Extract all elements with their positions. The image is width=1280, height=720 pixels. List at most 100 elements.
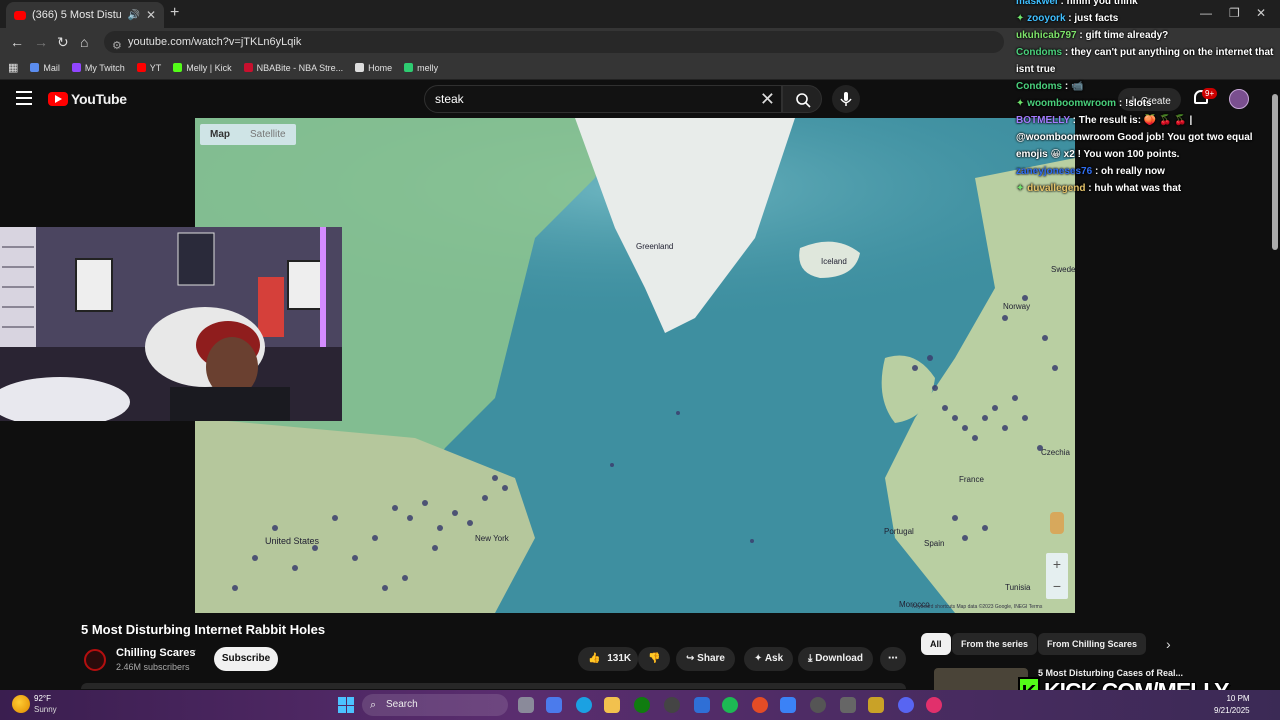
x-icon — [355, 63, 365, 72]
pegman-icon[interactable] — [1050, 512, 1064, 534]
chip-all[interactable]: All — [921, 633, 951, 655]
chat-username[interactable]: Condoms — [1016, 47, 1062, 58]
bookmark-yt[interactable]: YT — [136, 63, 161, 73]
browser-tab[interactable]: (366) 5 Most Disturbing Inte 🔊 ✕ — [6, 2, 164, 28]
forward-icon[interactable]: → — [34, 34, 48, 50]
clear-search-icon[interactable]: ✕ — [760, 86, 775, 112]
speaker-icon[interactable]: 🔊 — [127, 10, 139, 21]
map-label-united-states: United States — [265, 536, 320, 546]
download-button[interactable]: ⤓ Download — [798, 647, 873, 671]
chat-username[interactable]: maskwel — [1016, 0, 1058, 7]
bookmark-home[interactable]: Home — [355, 63, 392, 73]
map-tab[interactable]: Map — [200, 124, 240, 145]
reload-icon[interactable]: ↻ — [57, 34, 69, 51]
steam-icon[interactable] — [664, 697, 680, 713]
chat-username[interactable]: Condoms — [1016, 81, 1062, 92]
chat-message: Condoms : they can't put anything on the… — [1016, 44, 1278, 78]
bookmark-label: Melly | Kick — [186, 62, 232, 73]
subscribe-button[interactable]: Subscribe — [214, 647, 278, 671]
zoom-in-icon[interactable]: + — [1046, 553, 1068, 575]
chip-from-channel[interactable]: From Chilling Scares — [1038, 633, 1147, 655]
bookmark-kick[interactable]: Melly | Kick — [173, 62, 232, 73]
chevron-right-icon[interactable]: › — [1166, 636, 1171, 652]
channel-name[interactable]: Chilling Scares — [116, 647, 195, 659]
zoom-control[interactable]: + − — [1046, 553, 1068, 599]
url-field[interactable]: ⚙ youtube.com/watch?v=jTKLn6yLqik — [104, 31, 1004, 53]
home-icon[interactable]: ⌂ — [80, 34, 88, 50]
chat-username[interactable]: zooyork — [1027, 13, 1065, 24]
apps-grid-icon[interactable]: ▦ — [8, 61, 18, 74]
edge-icon[interactable] — [576, 697, 592, 713]
clock-time: 10 PM — [1226, 694, 1250, 703]
chrome-icon[interactable] — [752, 697, 768, 713]
chat-message: ✦ duvallegend : huh what was that — [1016, 180, 1278, 197]
url-text: youtube.com/watch?v=jTKLn6yLqik — [128, 36, 302, 48]
taskbar-clock[interactable]: 10 PM 9/21/2025 — [1214, 693, 1250, 717]
description-box[interactable] — [81, 683, 906, 689]
microphone-icon — [840, 92, 852, 106]
weather-sun-icon[interactable] — [12, 695, 30, 713]
channel-avatar[interactable] — [84, 649, 106, 671]
spotify-icon[interactable] — [722, 697, 738, 713]
discord-icon[interactable] — [898, 697, 914, 713]
more-actions-button[interactable]: ⋯ — [880, 647, 906, 671]
map-label-greenland: Greenland — [636, 242, 674, 251]
melly-icon — [404, 63, 414, 72]
voice-search-button[interactable] — [832, 85, 860, 113]
map-attribution: Keyboard shortcuts Map data ©2023 Google… — [912, 604, 1043, 610]
sparkle-icon: ✦ — [754, 653, 763, 664]
chat-badge-icon: ✦ — [1016, 13, 1028, 24]
share-button[interactable]: ↪ Share — [676, 647, 735, 671]
chat-text: : 📹 — [1062, 81, 1084, 92]
map-label-czechia: Czechia — [1041, 448, 1070, 457]
menu-icon[interactable] — [16, 91, 32, 105]
back-icon[interactable]: ← — [10, 34, 24, 50]
dislike-button[interactable]: 👎 — [638, 647, 670, 671]
map-type-toggle: Map Satellite — [200, 124, 296, 145]
satellite-tab[interactable]: Satellite — [240, 124, 296, 145]
chat-username[interactable]: woomboomwroom — [1027, 98, 1116, 109]
search-input[interactable]: steak ✕ — [424, 85, 782, 113]
xbox-icon[interactable] — [634, 697, 650, 713]
like-button[interactable]: 👍 131K — [578, 647, 638, 671]
chat-username[interactable]: BOTMELLY — [1016, 115, 1070, 126]
search-button[interactable] — [782, 85, 822, 113]
bookmark-twitch[interactable]: My Twitch — [71, 63, 125, 73]
game-icon[interactable] — [868, 697, 884, 713]
youtube-logo[interactable]: YouTube — [48, 91, 127, 107]
video-title: 5 Most Disturbing Internet Rabbit Holes — [81, 622, 326, 637]
app-icon[interactable] — [840, 697, 856, 713]
upnext-thumbnail[interactable] — [934, 668, 1028, 690]
weather-temp: 92°F — [34, 694, 51, 703]
zoom-out-icon[interactable]: − — [1046, 575, 1068, 597]
file-explorer-icon[interactable] — [604, 697, 620, 713]
thumbs-up-icon: 👍 — [588, 653, 601, 664]
chat-message: BOTMELLY : The result is: 🍑 🍒 🍒 | @woomb… — [1016, 112, 1278, 163]
bookmark-melly[interactable]: melly — [404, 63, 438, 73]
site-info-icon[interactable]: ⚙ — [112, 35, 122, 57]
chat-message: ukuhicab797 : gift time already? — [1016, 27, 1278, 44]
chat-text: : gift time already? — [1076, 30, 1169, 41]
ask-button[interactable]: ✦ Ask — [744, 647, 794, 671]
close-tab-icon[interactable]: ✕ — [146, 8, 156, 22]
pin-icon[interactable] — [926, 697, 942, 713]
new-tab-icon[interactable]: + — [170, 4, 179, 22]
bookmark-nbabite[interactable]: NBABite - NBA Stre... — [243, 63, 343, 73]
chat-username[interactable]: zaneyjoneses76 — [1016, 166, 1092, 177]
download-label: Download — [815, 653, 863, 664]
clock-date: 9/21/2025 — [1214, 706, 1250, 715]
subscriber-count: 2.46M subscribers — [116, 662, 190, 672]
bookmark-mail[interactable]: Mail — [30, 63, 60, 73]
media-player-icon[interactable] — [810, 697, 826, 713]
copilot-icon[interactable] — [546, 697, 562, 713]
taskbar-search[interactable]: ⌕ Search — [362, 694, 508, 716]
windows-start-icon[interactable] — [338, 697, 354, 713]
chip-from-series[interactable]: From the series — [952, 633, 1038, 655]
chat-username[interactable]: ukuhicab797 — [1016, 30, 1077, 41]
chat-username[interactable]: duvallegend — [1027, 183, 1085, 194]
photos-icon[interactable] — [780, 697, 796, 713]
task-view-icon[interactable] — [518, 697, 534, 713]
bookmark-label: Mail — [43, 62, 60, 73]
store-icon[interactable] — [694, 697, 710, 713]
twitch-icon — [71, 63, 81, 72]
